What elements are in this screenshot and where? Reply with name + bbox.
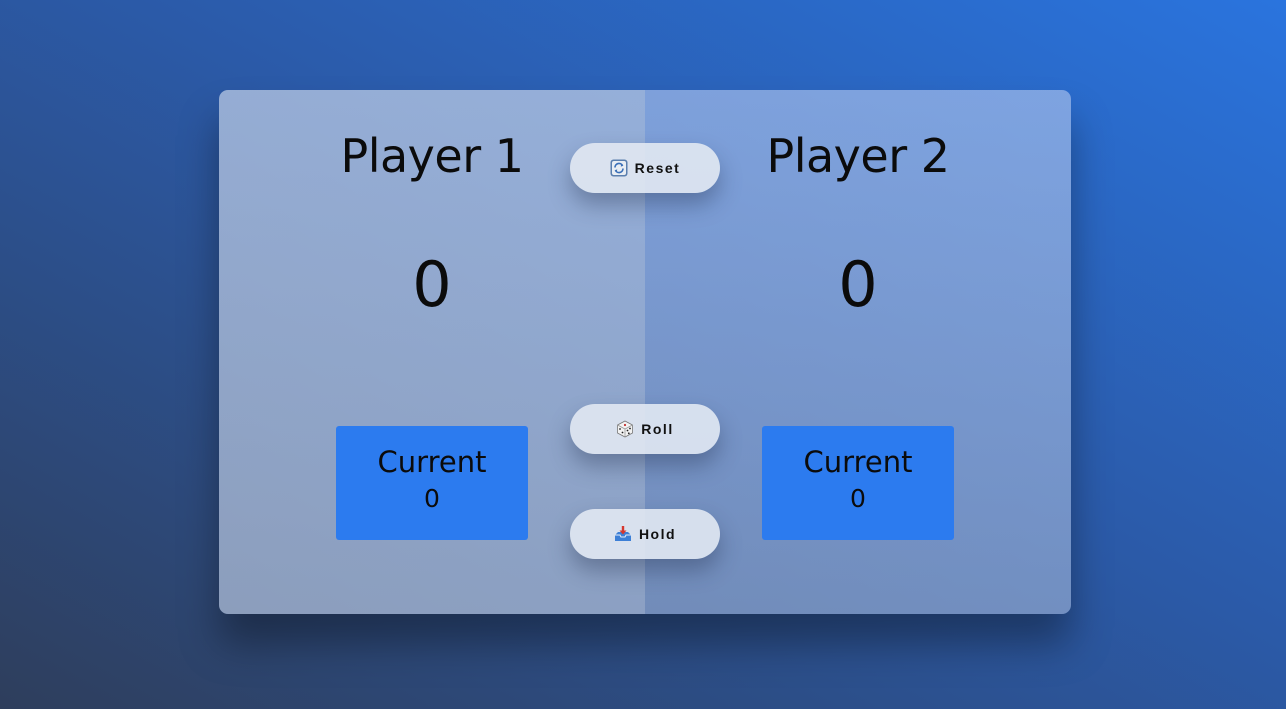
player-2-score: 0	[838, 248, 878, 321]
player-1-current-score: 0	[424, 484, 440, 513]
player-2-current-label: Current	[803, 445, 913, 479]
reset-arrows-icon	[610, 159, 628, 177]
roll-button-label: Roll	[641, 421, 674, 437]
hold-button-label: Hold	[638, 526, 677, 542]
reset-button[interactable]: Reset	[570, 143, 720, 193]
inbox-tray-icon	[614, 525, 632, 543]
player-2-current-score: 0	[850, 484, 866, 513]
player-1-current-label: Current	[377, 445, 487, 479]
player-1-score: 0	[412, 248, 452, 321]
hold-button[interactable]: Hold	[570, 509, 720, 559]
reset-button-label: Reset	[634, 160, 681, 176]
player-2-current-box: Current 0	[762, 426, 954, 540]
dice-icon	[616, 420, 634, 438]
roll-button[interactable]: Roll	[570, 404, 720, 454]
player-1-current-box: Current 0	[336, 426, 528, 540]
